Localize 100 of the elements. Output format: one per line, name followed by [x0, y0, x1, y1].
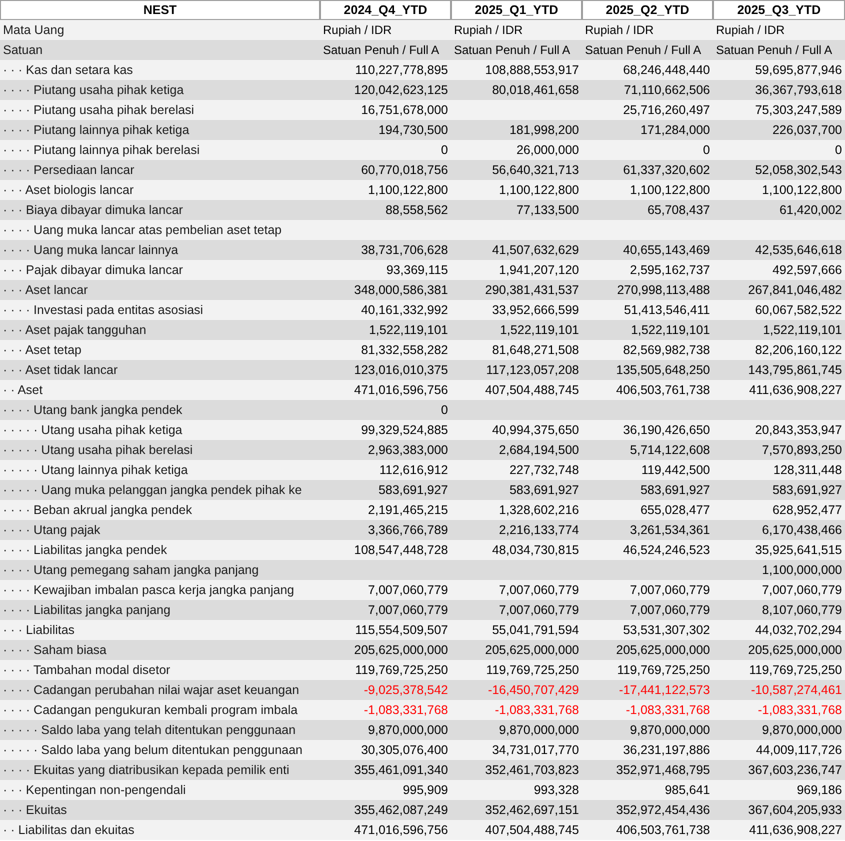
- table-cell: 2,191,465,215: [368, 504, 448, 516]
- table-cell: Satuan Penuh / Full A: [716, 44, 832, 56]
- table-cell: 227,732,748: [509, 464, 579, 476]
- table-cell: 1,100,122,800: [630, 184, 710, 196]
- table-cell: 583,691,927: [772, 484, 842, 496]
- table-cell: 51,413,546,411: [624, 304, 710, 316]
- table-cell: 583,691,927: [378, 484, 448, 496]
- table-cell: 52,058,302,543: [755, 164, 842, 176]
- table-cell: 34,731,017,770: [492, 744, 579, 756]
- table-cell: Satuan Penuh / Full A: [323, 44, 440, 56]
- table-cell: 9,870,000,000: [499, 724, 579, 736]
- row-label: · · Aset: [2, 382, 44, 399]
- row-label: · · · · · Utang usaha pihak berelasi: [2, 442, 194, 459]
- table-cell: 42,535,646,618: [755, 244, 842, 256]
- table-cell: 355,462,087,249: [354, 804, 448, 816]
- row-label: Mata Uang: [2, 22, 66, 39]
- table-cell: 7,007,060,779: [762, 584, 842, 596]
- row-label: · · · Pajak dibayar dimuka lancar: [2, 262, 184, 279]
- table-cell: 655,028,477: [640, 504, 710, 516]
- row-label: · · · · Utang pajak: [2, 522, 102, 539]
- table-cell: 1,941,207,120: [499, 264, 579, 276]
- table-cell: 75,303,247,589: [755, 104, 842, 116]
- table-cell: 80,018,461,658: [492, 84, 579, 96]
- row-label: · · · Aset lancar: [2, 282, 89, 299]
- table-cell: 411,636,908,227: [749, 384, 842, 396]
- table-cell: 61,337,320,602: [623, 164, 710, 176]
- table-cell: 60,067,582,522: [755, 304, 842, 316]
- table-cell: 9,870,000,000: [368, 724, 448, 736]
- row-label: · · · · · Saldo laba yang belum ditentukan penggunaan: [2, 742, 304, 759]
- column-header: 2025_Q2_YTD: [582, 0, 713, 20]
- table-cell: 88,558,562: [385, 204, 448, 216]
- table-cell: 352,971,468,795: [616, 764, 710, 776]
- table-cell: 9,870,000,000: [630, 724, 710, 736]
- column-header: 2025_Q3_YTD: [713, 0, 845, 20]
- table-cell: 48,034,730,815: [492, 544, 579, 556]
- table-cell: 226,037,700: [772, 124, 842, 136]
- table-cell: 1,100,000,000: [762, 564, 842, 576]
- row-label: · · · · Utang pemegang saham jangka panjang: [2, 562, 260, 579]
- table-cell: 1,328,602,216: [499, 504, 579, 516]
- table-cell: 59,695,877,946: [755, 64, 842, 76]
- row-label: · · · Aset tetap: [2, 342, 83, 359]
- row-label: · · · Kas dan setara kas: [2, 62, 134, 79]
- table-cell: 2,216,133,774: [499, 524, 579, 536]
- table-cell: 44,032,702,294: [755, 624, 842, 636]
- table-cell: -1,083,331,768: [364, 704, 448, 716]
- table-cell: 348,000,586,381: [354, 284, 448, 296]
- table-cell: 108,547,448,728: [354, 544, 448, 556]
- table-cell: 969,186: [796, 784, 842, 796]
- table-cell: 1,100,122,800: [368, 184, 448, 196]
- row-label: · · · · Investasi pada entitas asosiasi: [2, 302, 204, 319]
- table-cell: 119,442,500: [641, 464, 710, 476]
- table-cell: 181,998,200: [509, 124, 579, 136]
- row-label: · · · Biaya dibayar dimuka lancar: [2, 202, 184, 219]
- row-label: · · · · · Utang lainnya pihak ketiga: [2, 462, 189, 479]
- row-label: · · · · · Utang usaha pihak ketiga: [2, 422, 184, 439]
- table-cell: 290,381,431,537: [485, 284, 579, 296]
- table-cell: 93,369,115: [386, 264, 448, 276]
- table-cell: 6,170,438,466: [762, 524, 842, 536]
- table-cell: 99,329,524,885: [361, 424, 448, 436]
- table-cell: 53,531,307,302: [623, 624, 710, 636]
- table-cell: 44,009,117,726: [756, 744, 842, 756]
- table-cell: 7,007,060,779: [630, 604, 710, 616]
- table-cell: 82,206,160,122: [755, 344, 842, 356]
- table-cell: 3,366,766,789: [368, 524, 448, 536]
- table-cell: 406,503,761,738: [616, 824, 710, 836]
- table-cell: Satuan Penuh / Full A: [454, 44, 570, 56]
- table-cell: 7,570,893,250: [762, 444, 842, 456]
- row-label: · · · Aset tidak lancar: [2, 362, 119, 379]
- row-label: · · · Aset biologis lancar: [2, 182, 135, 199]
- row-label: Satuan: [2, 42, 44, 59]
- table-cell: 2,684,194,500: [499, 444, 579, 456]
- table-cell: 38,731,706,628: [361, 244, 448, 256]
- table-cell: 2,963,383,000: [368, 444, 448, 456]
- table-cell: Satuan Penuh / Full A: [585, 44, 702, 56]
- column-header: 2025_Q1_YTD: [451, 0, 582, 20]
- table-cell: 25,716,260,497: [623, 104, 710, 116]
- row-label: · · · · Saham biasa: [2, 642, 108, 659]
- table-cell: 995,909: [402, 784, 448, 796]
- row-label: · · · · · Uang muka pelanggan jangka pendek pihak ke: [2, 482, 303, 499]
- table-cell: -9,025,378,542: [364, 684, 448, 696]
- table-cell: 406,503,761,738: [616, 384, 710, 396]
- table-cell: 985,641: [664, 784, 710, 796]
- table-cell: 61,420,002: [779, 204, 842, 216]
- row-label: · · · · Liabilitas jangka pendek: [2, 542, 168, 559]
- table-cell: 7,007,060,779: [499, 604, 579, 616]
- table-cell: 7,007,060,779: [630, 584, 710, 596]
- table-cell: 367,603,236,747: [748, 764, 842, 776]
- table-cell: 1,522,119,101: [500, 324, 579, 336]
- table-cell: 1,100,122,800: [762, 184, 842, 196]
- table-cell: Rupiah / IDR: [323, 24, 392, 36]
- row-label: · · · · Piutang lainnya pihak berelasi: [2, 142, 201, 159]
- table-cell: 171,284,000: [640, 124, 710, 136]
- row-label: · · · · Persediaan lancar: [2, 162, 136, 179]
- table-cell: 81,648,271,508: [492, 344, 579, 356]
- table-cell: 46,524,246,523: [623, 544, 710, 556]
- table-cell: 82,569,982,738: [623, 344, 710, 356]
- table-cell: -1,083,331,768: [626, 704, 710, 716]
- table-cell: 270,998,113,488: [617, 284, 710, 296]
- table-cell: 41,507,632,629: [492, 244, 579, 256]
- row-label: · · · · Piutang lainnya pihak ketiga: [2, 122, 190, 139]
